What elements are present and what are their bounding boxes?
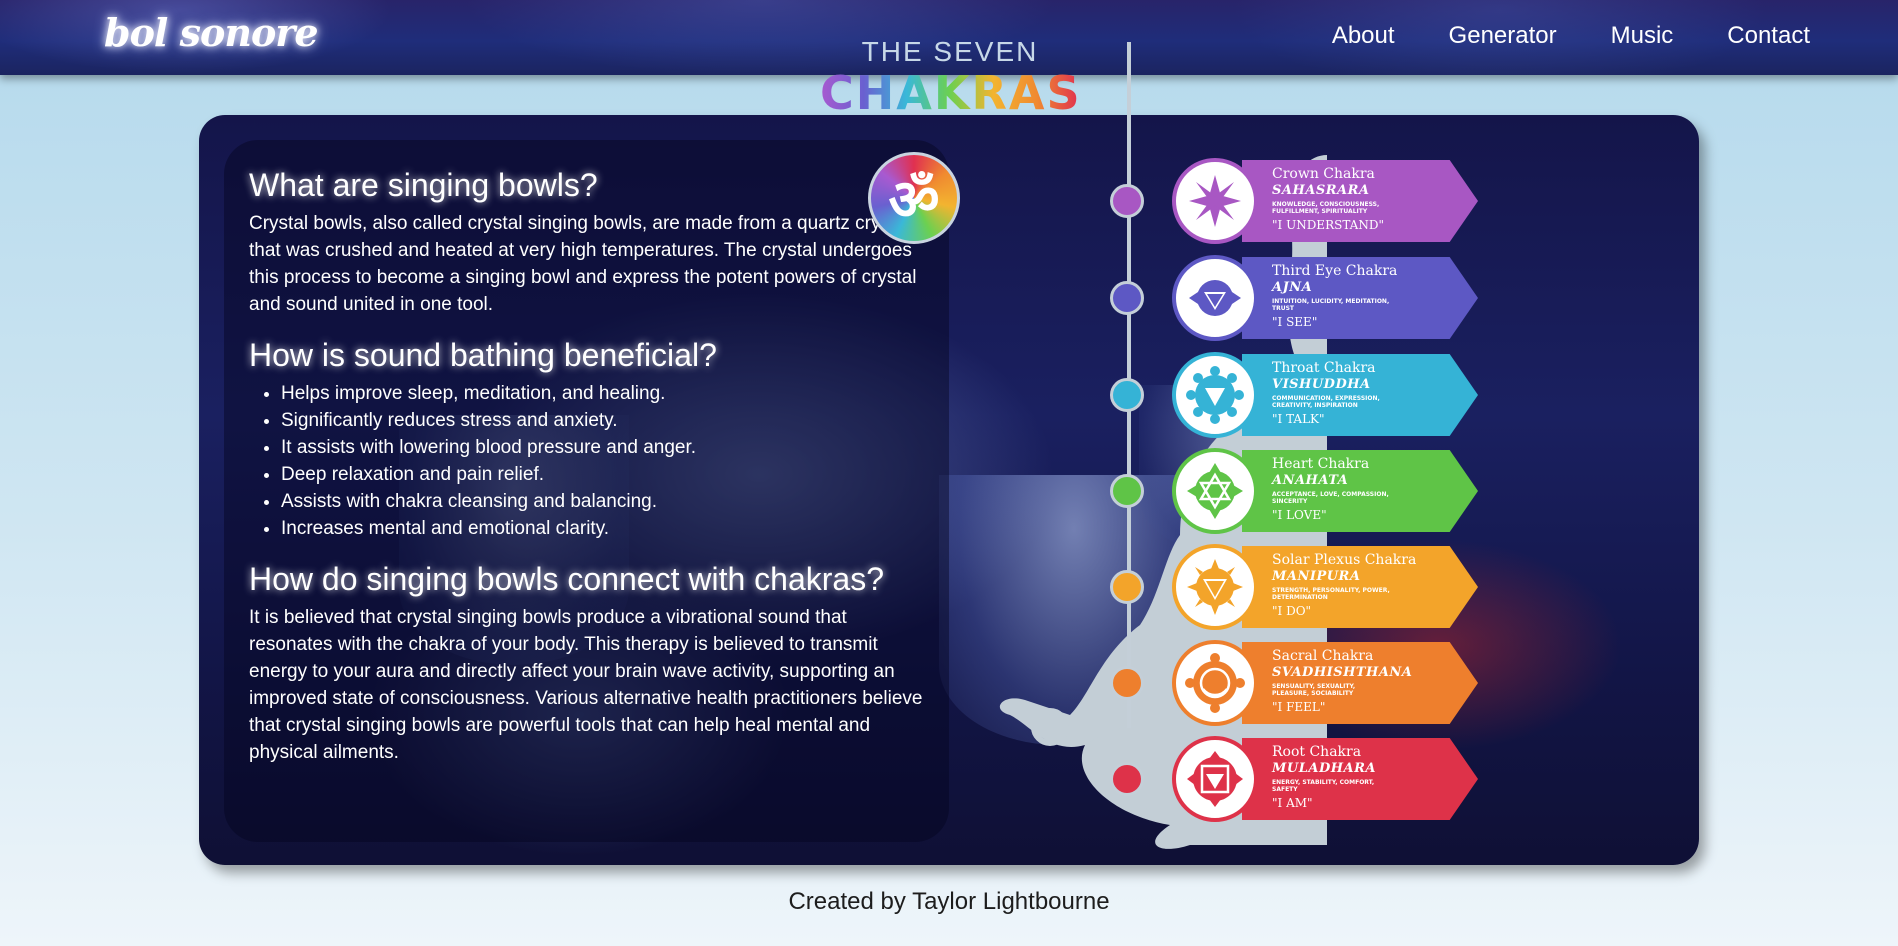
chakra-mantra: "I UNDERSTAND" (1272, 218, 1384, 232)
chakra-mantra: "I TALK" (1272, 412, 1325, 426)
om-icon: ॐ (868, 152, 960, 244)
chakra-mantra: "I SEE" (1272, 315, 1318, 329)
chakra-traits: COMMUNICATION, EXPRESSION, CREATIVITY, I… (1272, 395, 1380, 409)
chakra-mantra: "I LOVE" (1272, 508, 1327, 522)
heart-chakra-icon (1172, 448, 1258, 534)
chakra-title-main: CHAKRAS (820, 66, 1082, 120)
chakra-sanskrit: MULADHARA (1272, 761, 1376, 776)
footer-credit: Created by Taylor Lightbourne (788, 888, 1110, 915)
chakra-name: Root Chakra (1272, 744, 1362, 760)
benefits-list: Helps improve sleep, meditation, and hea… (249, 380, 925, 542)
chakra-row-solar-plexus: Solar Plexus Chakra MANIPURA STRENGTH, P… (1110, 544, 1480, 630)
nav-link-music[interactable]: Music (1611, 22, 1674, 50)
chakra-mantra: "I DO" (1272, 604, 1312, 618)
chakra-dot (1110, 474, 1144, 508)
section-body-chakras: It is believed that crystal singing bowl… (249, 607, 923, 763)
chakra-title: THE SEVEN CHAKRAS (820, 36, 1080, 118)
chakra-row-throat: Throat Chakra VISHUDDHA COMMUNICATION, E… (1110, 352, 1480, 438)
chakra-name: Heart Chakra (1272, 456, 1370, 472)
chakra-traits: INTUITION, LUCIDITY, MEDITATION, TRUST (1272, 298, 1390, 312)
chakra-banner: Root Chakra MULADHARA ENERGY, STABILITY,… (1242, 738, 1478, 820)
section-heading-sound-bathing: How is sound bathing beneficial? (249, 337, 717, 373)
chakra-sanskrit: SAHASRARA (1272, 183, 1370, 198)
chakra-sanskrit: MANIPURA (1272, 569, 1361, 584)
chakra-name: Throat Chakra (1272, 360, 1376, 376)
chakra-dot (1110, 666, 1144, 700)
chakra-traits: STRENGTH, PERSONALITY, POWER, DETERMINAT… (1272, 587, 1390, 601)
list-item: Significantly reduces stress and anxiety… (281, 407, 925, 434)
section-body-singing-bowls: Crystal bowls, also called crystal singi… (249, 213, 917, 315)
section-heading-chakras: How do singing bowls connect with chakra… (249, 561, 884, 597)
chakra-row-crown: Crown Chakra SAHASRARA KNOWLEDGE, CONSCI… (1110, 158, 1480, 244)
chakra-dot (1110, 378, 1144, 412)
list-item: It assists with lowering blood pressure … (281, 434, 925, 461)
chakra-banner: Throat Chakra VISHUDDHA COMMUNICATION, E… (1242, 354, 1478, 436)
list-item: Assists with chakra cleansing and balanc… (281, 488, 925, 515)
nav-link-generator[interactable]: Generator (1449, 22, 1557, 50)
chakra-traits: ACCEPTANCE, LOVE, COMPASSION, SINCERITY (1272, 491, 1389, 505)
nav-link-about[interactable]: About (1332, 22, 1395, 50)
chakra-name: Solar Plexus Chakra (1272, 552, 1417, 568)
chakra-title-top: THE SEVEN (861, 36, 1039, 67)
chakra-dot (1110, 570, 1144, 604)
chakra-banner: Crown Chakra SAHASRARA KNOWLEDGE, CONSCI… (1242, 160, 1478, 242)
chakra-sanskrit: ANAHATA (1272, 473, 1349, 488)
chakra-row-sacral: Sacral Chakra SVADHISHTHANA SENSUALITY, … (1110, 640, 1480, 726)
third-eye-icon (1172, 255, 1258, 341)
lotus-icon (1172, 158, 1258, 244)
chakra-dot (1110, 281, 1144, 315)
chakra-row-third-eye: Third Eye Chakra AJNA INTUITION, LUCIDIT… (1110, 255, 1480, 341)
throat-chakra-icon (1172, 352, 1258, 438)
chakra-sanskrit: AJNA (1272, 280, 1313, 295)
chakra-dot (1110, 184, 1144, 218)
chakra-traits: ENERGY, STABILITY, COMFORT, SAFETY (1272, 779, 1375, 793)
chakra-name: Third Eye Chakra (1272, 263, 1398, 279)
info-panel: What are singing bowls? Crystal bowls, a… (224, 140, 949, 842)
chakra-traits: KNOWLEDGE, CONSCIOUSNESS, FULFILLMENT, S… (1272, 201, 1380, 215)
brand-logo[interactable]: bol sonore (104, 10, 318, 55)
chakra-sanskrit: VISHUDDHA (1272, 377, 1371, 392)
list-item: Deep relaxation and pain relief. (281, 461, 925, 488)
chakra-sanskrit: SVADHISHTHANA (1272, 665, 1413, 680)
chakra-mantra: "I FEEL" (1272, 700, 1326, 714)
section-heading-singing-bowls: What are singing bowls? (249, 167, 598, 203)
chakra-traits: SENSUALITY, SEXUALITY, PLEASURE, SOCIABI… (1272, 683, 1356, 697)
chakra-name: Crown Chakra (1272, 166, 1375, 182)
chakra-banner: Sacral Chakra SVADHISHTHANA SENSUALITY, … (1242, 642, 1478, 724)
root-chakra-icon (1172, 736, 1258, 822)
solar-plexus-icon (1172, 544, 1258, 630)
nav-link-contact[interactable]: Contact (1727, 22, 1810, 50)
chakra-row-heart: Heart Chakra ANAHATA ACCEPTANCE, LOVE, C… (1110, 448, 1480, 534)
list-item: Helps improve sleep, meditation, and hea… (281, 380, 925, 407)
sacral-chakra-icon (1172, 640, 1258, 726)
chakra-mantra: "I AM" (1272, 796, 1313, 810)
chakra-banner: Solar Plexus Chakra MANIPURA STRENGTH, P… (1242, 546, 1478, 628)
chakra-banner: Third Eye Chakra AJNA INTUITION, LUCIDIT… (1242, 257, 1478, 339)
nav-links: About Generator Music Contact (1332, 22, 1810, 50)
chakra-banner: Heart Chakra ANAHATA ACCEPTANCE, LOVE, C… (1242, 450, 1478, 532)
chakra-name: Sacral Chakra (1272, 648, 1374, 664)
chakra-dot (1110, 762, 1144, 796)
list-item: Increases mental and emotional clarity. (281, 515, 925, 542)
chakra-row-root: Root Chakra MULADHARA ENERGY, STABILITY,… (1110, 736, 1480, 822)
